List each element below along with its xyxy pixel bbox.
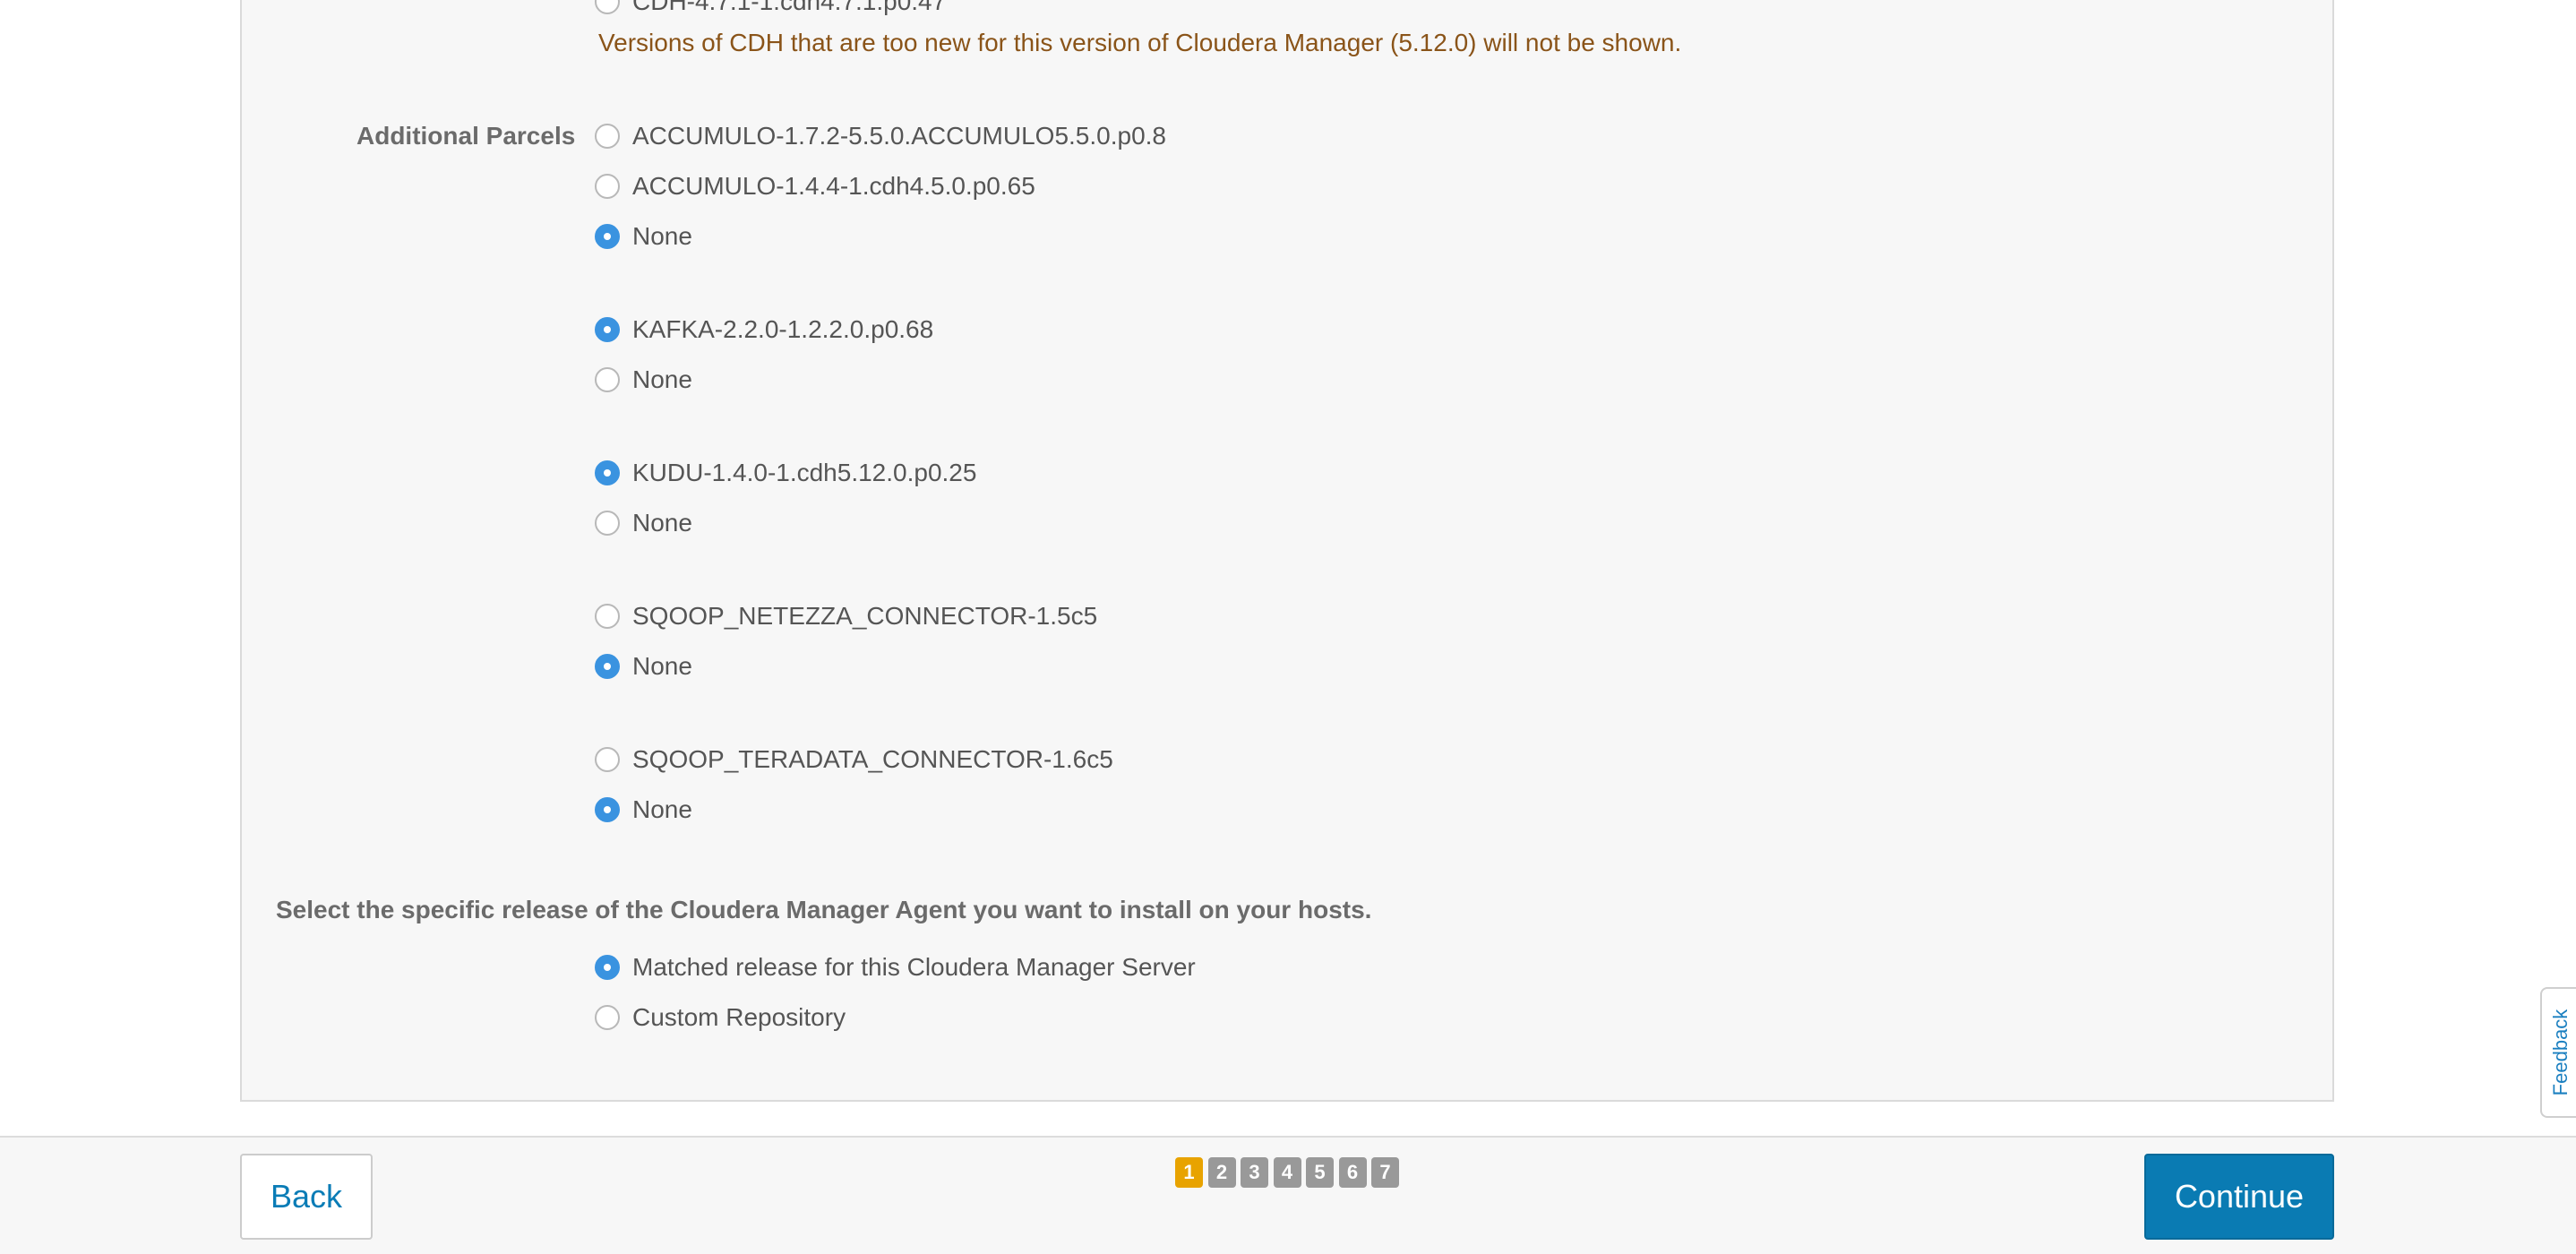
- cdh-version-option[interactable]: CDH-4.7.1-1.cdh4.7.1.p0.47: [595, 0, 946, 20]
- step-indicator-5[interactable]: 5: [1306, 1157, 1334, 1188]
- parcel-option-kudu[interactable]: KUDU-1.4.0-1.cdh5.12.0.p0.25: [595, 455, 976, 491]
- step-indicator-6[interactable]: 6: [1338, 1157, 1367, 1188]
- radio-button[interactable]: [595, 224, 620, 249]
- parcel-option-kafka[interactable]: KAFKA-2.2.0-1.2.2.0.p0.68: [595, 312, 933, 348]
- radio-button[interactable]: [595, 460, 620, 485]
- radio-button[interactable]: [595, 511, 620, 536]
- feedback-label: Feedback: [2549, 1009, 2572, 1096]
- additional-parcels-label: Additional Parcels: [356, 122, 576, 150]
- agent-release-option-label: Matched release for this Cloudera Manage…: [632, 953, 1196, 981]
- radio-button[interactable]: [595, 124, 620, 149]
- parcel-option-label: SQOOP_NETEZZA_CONNECTOR-1.5c5: [632, 602, 1098, 630]
- step-indicator-1[interactable]: 1: [1175, 1157, 1203, 1188]
- parcel-option-label: ACCUMULO-1.7.2-5.5.0.ACCUMULO5.5.0.p0.8: [632, 122, 1166, 150]
- agent-release-heading: Select the specific release of the Cloud…: [276, 896, 1372, 923]
- parcel-option-kudu-none[interactable]: None: [595, 505, 692, 541]
- parcel-option-label: KAFKA-2.2.0-1.2.2.0.p0.68: [632, 315, 934, 343]
- parcel-option-accumulo-none[interactable]: None: [595, 219, 692, 254]
- parcel-option-label: None: [632, 222, 692, 250]
- step-indicator-7[interactable]: 7: [1371, 1157, 1399, 1188]
- parcel-option-label: SQOOP_TERADATA_CONNECTOR-1.6c5: [632, 745, 1113, 773]
- parcel-option-accumulo-1-7[interactable]: ACCUMULO-1.7.2-5.5.0.ACCUMULO5.5.0.p0.8: [595, 118, 1166, 154]
- parcel-option-label: None: [632, 509, 692, 537]
- install-options-panel: [240, 0, 2334, 1102]
- radio-button[interactable]: [595, 0, 620, 14]
- parcel-option-label: None: [632, 795, 692, 823]
- radio-button[interactable]: [595, 604, 620, 629]
- radio-button[interactable]: [595, 747, 620, 772]
- step-indicator-4[interactable]: 4: [1273, 1157, 1301, 1188]
- continue-button[interactable]: Continue: [2144, 1154, 2334, 1240]
- radio-button[interactable]: [595, 1005, 620, 1030]
- radio-button[interactable]: [595, 654, 620, 679]
- back-button[interactable]: Back: [240, 1154, 373, 1240]
- agent-release-custom-option[interactable]: Custom Repository: [595, 1000, 846, 1035]
- cdh-version-label: CDH-4.7.1-1.cdh4.7.1.p0.47: [632, 0, 947, 15]
- cdh-version-notice: Versions of CDH that are too new for thi…: [598, 29, 1682, 56]
- radio-button[interactable]: [595, 955, 620, 980]
- parcel-option-sqoop-netezza-none[interactable]: None: [595, 648, 692, 684]
- wizard-step-indicator: 1 2 3 4 5 6 7: [1175, 1157, 1404, 1188]
- parcel-option-kafka-none[interactable]: None: [595, 362, 692, 398]
- parcel-option-sqoop-teradata-none[interactable]: None: [595, 792, 692, 828]
- step-indicator-2[interactable]: 2: [1207, 1157, 1236, 1188]
- feedback-tab[interactable]: Feedback: [2540, 987, 2576, 1118]
- parcel-option-label: ACCUMULO-1.4.4-1.cdh4.5.0.p0.65: [632, 172, 1035, 200]
- parcel-option-label: KUDU-1.4.0-1.cdh5.12.0.p0.25: [632, 459, 977, 486]
- parcel-option-sqoop-netezza[interactable]: SQOOP_NETEZZA_CONNECTOR-1.5c5: [595, 598, 1097, 634]
- step-indicator-3[interactable]: 3: [1241, 1157, 1268, 1188]
- radio-button[interactable]: [595, 797, 620, 822]
- radio-button[interactable]: [595, 317, 620, 342]
- parcel-option-sqoop-teradata[interactable]: SQOOP_TERADATA_CONNECTOR-1.6c5: [595, 742, 1113, 777]
- parcel-option-label: None: [632, 652, 692, 680]
- agent-release-option-label: Custom Repository: [632, 1003, 846, 1031]
- agent-release-matched-option[interactable]: Matched release for this Cloudera Manage…: [595, 949, 1196, 985]
- radio-button[interactable]: [595, 367, 620, 392]
- radio-button[interactable]: [595, 174, 620, 199]
- parcel-option-label: None: [632, 365, 692, 393]
- parcel-option-accumulo-1-4[interactable]: ACCUMULO-1.4.4-1.cdh4.5.0.p0.65: [595, 168, 1035, 204]
